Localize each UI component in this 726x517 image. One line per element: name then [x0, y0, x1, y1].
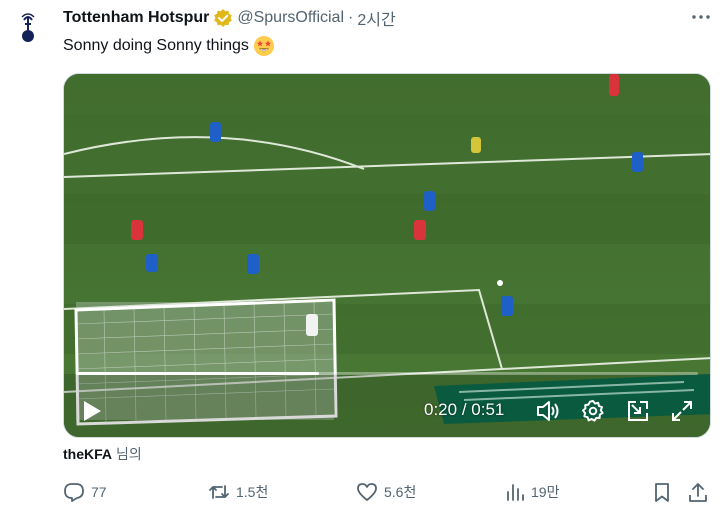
like-count: 5.6천 — [384, 484, 417, 500]
tweet-actions: 77 1.5천 5.6천 19만 — [63, 480, 713, 504]
video-progress-fill — [76, 372, 319, 375]
author-name[interactable]: Tottenham Hotspur — [63, 9, 209, 27]
attribution-suffix: 님의 — [116, 446, 142, 462]
volume-icon[interactable] — [534, 397, 562, 425]
tweet-text: Sonny doing Sonny things — [63, 35, 275, 57]
share-button[interactable] — [687, 480, 715, 504]
picture-in-picture-icon[interactable] — [624, 397, 652, 425]
spurs-logo-icon — [21, 13, 35, 42]
repost-icon — [208, 481, 230, 503]
bookmark-button[interactable] — [651, 480, 679, 504]
fullscreen-icon[interactable] — [668, 397, 696, 425]
reply-button[interactable]: 77 — [63, 480, 107, 504]
views-count: 19만 — [531, 484, 560, 500]
reply-icon — [63, 481, 85, 503]
tweet-body: Sonny doing Sonny things — [63, 37, 249, 54]
verified-badge-icon — [213, 8, 233, 28]
settings-gear-icon[interactable] — [579, 397, 607, 425]
avatar[interactable] — [10, 10, 46, 46]
post-time[interactable]: 2시간 — [357, 6, 395, 30]
video-timecode: 0:20 / 0:51 — [424, 400, 504, 420]
repost-button[interactable]: 1.5천 — [208, 480, 268, 504]
time-current: 0:20 — [424, 400, 458, 419]
video-progress-bar[interactable] — [76, 372, 698, 375]
video-frame — [64, 74, 710, 437]
attribution-source[interactable]: theKFA — [63, 446, 112, 462]
repost-count: 1.5천 — [236, 484, 269, 500]
star-struck-emoji-icon — [253, 35, 275, 57]
share-icon — [687, 481, 709, 503]
separator-dot: · — [348, 9, 354, 26]
video-player[interactable]: 0:20 / 0:51 — [63, 73, 711, 438]
views-button[interactable]: 19만 — [503, 480, 559, 504]
bookmark-icon — [651, 481, 673, 503]
views-chart-icon — [503, 481, 525, 503]
more-options-icon[interactable] — [690, 8, 712, 26]
time-separator: / — [461, 400, 467, 419]
play-icon[interactable] — [78, 397, 106, 425]
tweet-header: Tottenham Hotspur @SpursOfficial · 2시간 — [63, 7, 396, 29]
like-button[interactable]: 5.6천 — [356, 480, 416, 504]
time-total: 0:51 — [471, 400, 505, 419]
reply-count: 77 — [91, 484, 107, 500]
media-attribution: theKFA 님의 — [63, 444, 142, 464]
author-handle[interactable]: @SpursOfficial — [237, 9, 344, 27]
heart-icon — [356, 481, 378, 503]
